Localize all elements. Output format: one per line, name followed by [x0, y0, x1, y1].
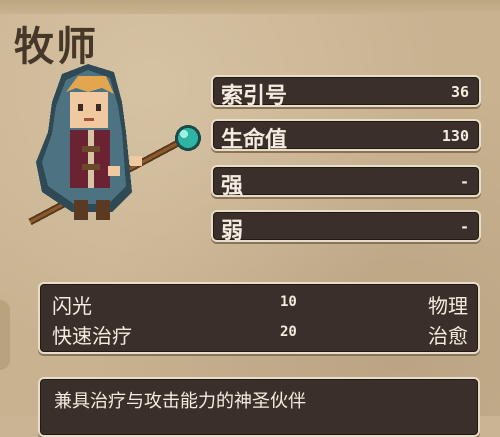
- skill-name: 闪光: [52, 294, 92, 318]
- stat-row-health: 生命值 130: [211, 119, 481, 153]
- stat-value: 36: [450, 83, 469, 101]
- stat-value: -: [459, 218, 469, 236]
- stat-value: -: [459, 173, 469, 191]
- skill-type: 物理: [428, 294, 468, 318]
- skill-row: 快速治疗 20 治愈: [40, 318, 478, 348]
- skill-type: 治愈: [428, 324, 468, 348]
- stat-row-index: 索引号 36: [211, 75, 481, 109]
- skill-name: 快速治疗: [52, 324, 132, 348]
- skill-level: 20: [280, 324, 297, 340]
- stat-label: 索引号: [221, 84, 288, 109]
- parchment-edge-decoration: [0, 300, 10, 370]
- description-text: 兼具治疗与攻击能力的神圣伙伴: [54, 391, 306, 412]
- stat-label: 强: [221, 174, 244, 199]
- stat-label: 弱: [221, 219, 244, 244]
- priest-with-staff-icon: [28, 64, 201, 226]
- stat-row-strong: 强 -: [211, 165, 481, 199]
- stat-label: 生命值: [221, 128, 288, 153]
- skill-level: 10: [280, 294, 297, 310]
- stat-value: 130: [441, 127, 469, 145]
- top-border-strip: [0, 0, 500, 14]
- stat-row-weak: 弱 -: [211, 210, 481, 244]
- skills-panel: 闪光 10 物理 快速治疗 20 治愈: [38, 282, 480, 354]
- skill-row: 闪光 10 物理: [40, 288, 478, 318]
- description-panel: 兼具治疗与攻击能力的神圣伙伴: [38, 377, 480, 437]
